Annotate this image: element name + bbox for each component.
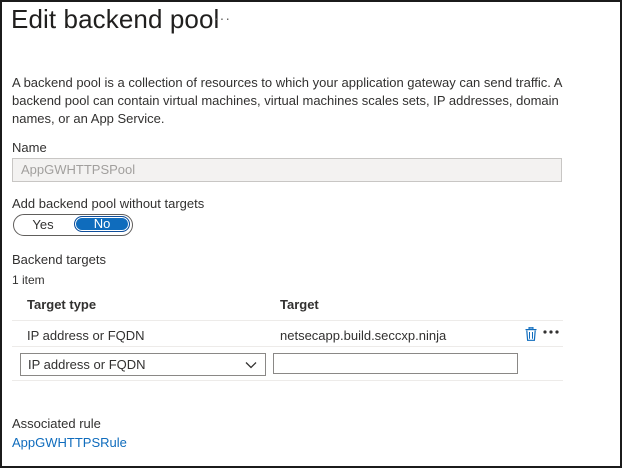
page-title: Edit backend pool	[11, 4, 220, 34]
chevron-down-icon	[245, 362, 257, 369]
target-input[interactable]	[273, 353, 518, 374]
toggle-no-option[interactable]: No	[74, 216, 130, 232]
more-icon[interactable]	[542, 324, 560, 340]
target-type-select-value: IP address or FQDN	[28, 357, 146, 372]
without-targets-toggle: Yes No	[13, 214, 133, 236]
associated-rule-link[interactable]: AppGWHTTPSRule	[12, 435, 127, 450]
targets-count: 1 item	[12, 273, 45, 287]
row-target-type: IP address or FQDN	[27, 328, 145, 343]
column-header-target: Target	[280, 297, 319, 312]
without-targets-label: Add backend pool without targets	[12, 196, 205, 211]
edit-backend-pool-panel: Edit backend pool ··· A backend pool is …	[0, 0, 622, 468]
name-label: Name	[12, 140, 47, 155]
column-header-target-type: Target type	[27, 297, 97, 312]
row-target: netsecapp.build.seccxp.ninja	[280, 328, 447, 343]
toggle-yes-option[interactable]: Yes	[14, 215, 72, 235]
new-row-divider	[12, 380, 563, 381]
row-divider	[12, 346, 563, 347]
title-more-button[interactable]: ···	[214, 10, 231, 26]
name-field[interactable]: AppGWHTTPSPool	[12, 158, 562, 182]
backend-targets-heading: Backend targets	[12, 252, 106, 267]
trash-icon[interactable]	[525, 327, 537, 341]
header-divider	[12, 320, 563, 321]
associated-rule-label: Associated rule	[12, 416, 101, 431]
pool-description: A backend pool is a collection of resour…	[12, 75, 562, 126]
target-type-select[interactable]: IP address or FQDN	[20, 353, 266, 376]
